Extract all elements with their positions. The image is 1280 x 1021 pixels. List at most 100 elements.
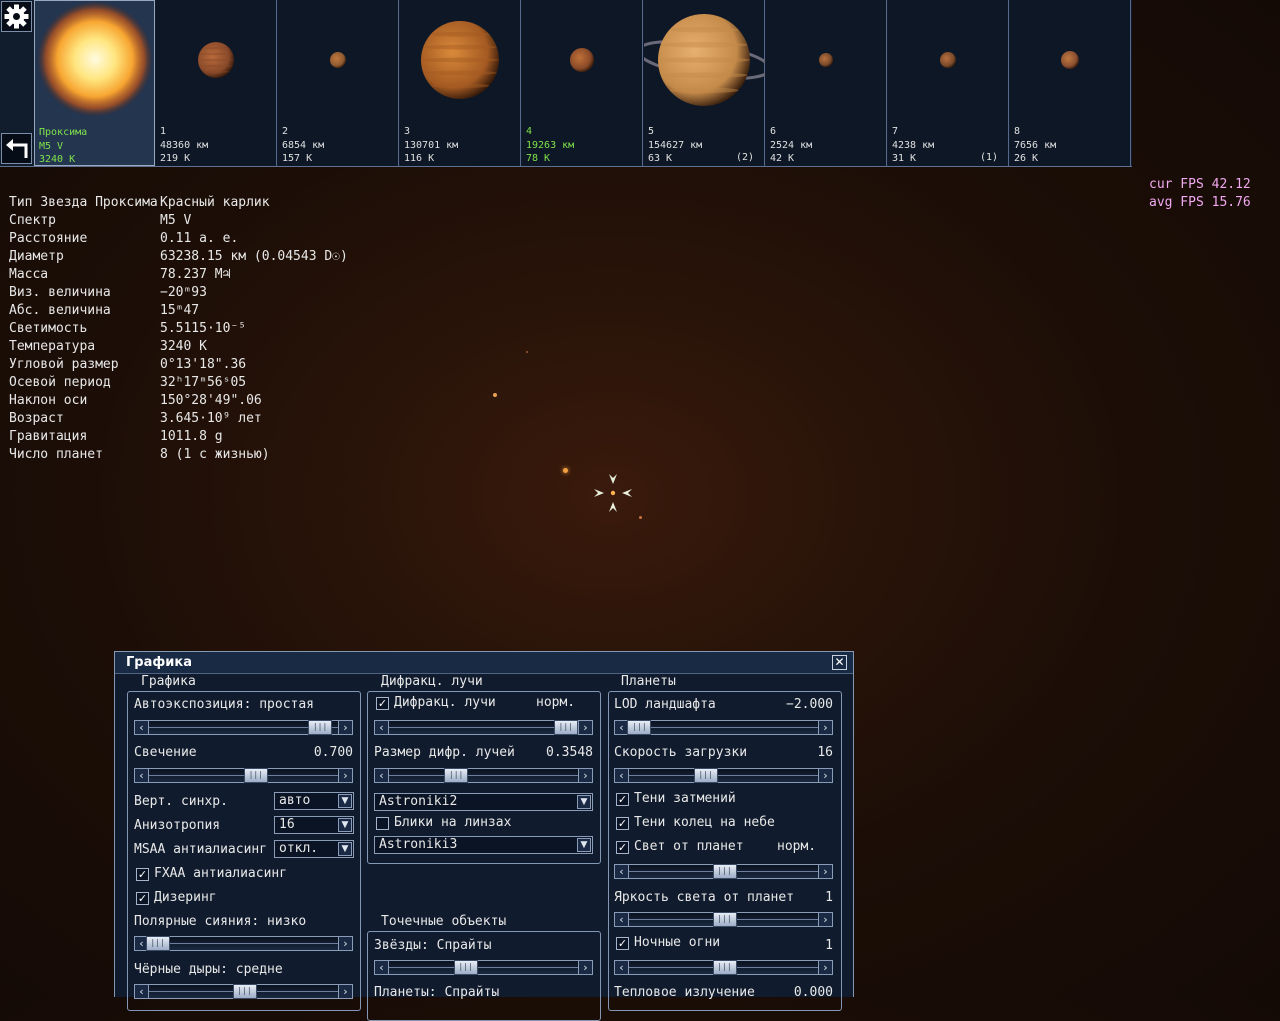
slider-track[interactable]: |||: [629, 864, 818, 879]
diffraction-texture-dropdown[interactable]: Astroniki2 ▼: [374, 793, 593, 811]
aurora-slider[interactable]: ‹ ||| ›: [134, 936, 353, 951]
tile-planet-2[interactable]: 2 6854 км 157 K: [278, 0, 399, 166]
planet-thumbnail: [819, 53, 833, 67]
ring-shadows-checkbox[interactable]: ✓: [616, 817, 629, 830]
slider-track[interactable]: |||: [389, 960, 578, 975]
arrow-right-icon[interactable]: ›: [818, 865, 832, 878]
slider-track[interactable]: |||: [629, 912, 818, 927]
loading-speed-slider[interactable]: ‹ ||| ›: [614, 768, 833, 783]
msaa-label: MSAA антиалиасинг: [134, 842, 268, 857]
msaa-dropdown[interactable]: откл. ▼: [274, 840, 354, 858]
slider-thumb[interactable]: |||: [145, 936, 170, 951]
dithering-checkbox[interactable]: ✓: [136, 892, 149, 905]
arrow-left-icon[interactable]: ‹: [615, 961, 629, 974]
tile-planet-1[interactable]: 1 48360 км 219 K: [156, 0, 277, 166]
info-row: Угловой размер 0°13'18".36: [9, 356, 246, 374]
arrow-left-icon[interactable]: ‹: [615, 913, 629, 926]
slider-track[interactable]: |||: [629, 768, 818, 783]
night-lights-slider[interactable]: ‹ ||| ›: [614, 960, 833, 975]
arrow-left-icon[interactable]: ‹: [135, 769, 149, 782]
slider-track[interactable]: |||: [389, 720, 578, 735]
strip-side-column: [0, 0, 35, 166]
planet-number: 7: [892, 126, 899, 137]
slider-thumb[interactable]: |||: [712, 912, 737, 927]
arrow-left-icon[interactable]: ‹: [615, 865, 629, 878]
lens-flares-checkbox[interactable]: [376, 817, 389, 830]
stars-mode-slider[interactable]: ‹ ||| ›: [374, 960, 593, 975]
diffraction-checkbox[interactable]: ✓: [376, 697, 389, 710]
eclipse-shadows-checkbox[interactable]: ✓: [616, 793, 629, 806]
arrow-right-icon[interactable]: ›: [578, 721, 592, 734]
info-label: Наклон оси: [9, 393, 88, 408]
slider-track[interactable]: |||: [627, 720, 818, 735]
planet-light-checkbox[interactable]: ✓: [616, 841, 629, 854]
tile-planet-4[interactable]: 4 19263 км 78 K: [522, 0, 643, 166]
slider-thumb[interactable]: |||: [553, 720, 578, 735]
slider-thumb[interactable]: |||: [243, 768, 268, 783]
close-button[interactable]: ✕: [832, 655, 847, 670]
vsync-label: Верт. синхр.: [134, 794, 228, 809]
tile-planet-5[interactable]: 5 154627 км 63 K (2): [644, 0, 765, 166]
slider-track[interactable]: |||: [149, 720, 338, 735]
slider-thumb[interactable]: |||: [444, 768, 469, 783]
slider-track[interactable]: |||: [149, 768, 338, 783]
arrow-right-icon[interactable]: ›: [338, 721, 352, 734]
anisotropy-dropdown[interactable]: 16 ▼: [274, 816, 354, 834]
slider-thumb[interactable]: |||: [712, 864, 737, 879]
arrow-left-icon[interactable]: ‹: [375, 721, 389, 734]
planet-number: 3: [404, 126, 411, 137]
slider-track[interactable]: |||: [145, 936, 338, 951]
back-button[interactable]: [1, 133, 32, 164]
arrow-right-icon[interactable]: ›: [818, 913, 832, 926]
arrow-left-icon[interactable]: ‹: [375, 961, 389, 974]
planet-brightness-slider[interactable]: ‹ ||| ›: [614, 912, 833, 927]
info-label: Расстояние: [9, 231, 88, 246]
tile-planet-6[interactable]: 6 2524 км 42 K: [766, 0, 887, 166]
planet-temp: 219 K: [160, 153, 191, 164]
info-value: 78.237 M♃: [160, 267, 231, 282]
arrow-left-icon[interactable]: ‹: [375, 769, 389, 782]
arrow-right-icon[interactable]: ›: [818, 961, 832, 974]
diffraction-slider[interactable]: ‹ ||| ›: [374, 720, 593, 735]
slider-track[interactable]: |||: [389, 768, 578, 783]
fxaa-checkbox[interactable]: ✓: [136, 868, 149, 881]
planet-temp: 31 K: [892, 153, 917, 164]
slider-thumb[interactable]: |||: [308, 720, 333, 735]
arrow-left-icon[interactable]: ‹: [135, 721, 149, 734]
arrow-left-icon[interactable]: ‹: [135, 985, 149, 998]
arrow-right-icon[interactable]: ›: [818, 721, 832, 734]
slider-thumb[interactable]: |||: [627, 720, 652, 735]
glow-slider[interactable]: ‹ ||| ›: [134, 768, 353, 783]
window-title-bar[interactable]: Графика: [115, 652, 853, 674]
tile-planet-8[interactable]: 8 7656 км 26 K: [1010, 0, 1131, 166]
slider-track[interactable]: |||: [629, 960, 818, 975]
diffraction-size-slider[interactable]: ‹ ||| ›: [374, 768, 593, 783]
slider-thumb[interactable]: |||: [453, 960, 478, 975]
scene-planet-dot[interactable]: [563, 468, 568, 473]
planet-light-slider[interactable]: ‹ ||| ›: [614, 864, 833, 879]
tile-star[interactable]: Проксима M5 V 3240 K: [34, 0, 155, 166]
slider-thumb[interactable]: |||: [693, 768, 718, 783]
slider-track[interactable]: |||: [149, 984, 338, 999]
arrow-right-icon[interactable]: ›: [338, 769, 352, 782]
lens-flares-dropdown[interactable]: Astroniki3 ▼: [374, 836, 593, 854]
lod-slider[interactable]: ‹ ||| ›: [614, 720, 833, 735]
arrow-right-icon[interactable]: ›: [578, 961, 592, 974]
arrow-left-icon[interactable]: ‹: [615, 769, 629, 782]
settings-button[interactable]: [1, 1, 32, 32]
target-marker-icon[interactable]: [592, 472, 634, 514]
arrow-right-icon[interactable]: ›: [338, 985, 352, 998]
vsync-dropdown[interactable]: авто ▼: [274, 792, 354, 810]
arrow-right-icon[interactable]: ›: [818, 769, 832, 782]
tile-planet-3[interactable]: 3 130701 км 116 K: [400, 0, 521, 166]
scene-planet-dot[interactable]: [493, 393, 497, 397]
slider-thumb[interactable]: |||: [712, 960, 737, 975]
autoexposure-slider[interactable]: ‹ ||| ›: [134, 720, 353, 735]
tile-planet-7[interactable]: 7 4238 км 31 K (1): [888, 0, 1009, 166]
arrow-right-icon[interactable]: ›: [578, 769, 592, 782]
arrow-right-icon[interactable]: ›: [338, 937, 352, 950]
scene-planet-dot[interactable]: [639, 516, 642, 519]
night-lights-checkbox[interactable]: ✓: [616, 937, 629, 950]
loading-speed-label: Скорость загрузки: [614, 745, 748, 760]
info-label: Диаметр: [9, 249, 64, 264]
